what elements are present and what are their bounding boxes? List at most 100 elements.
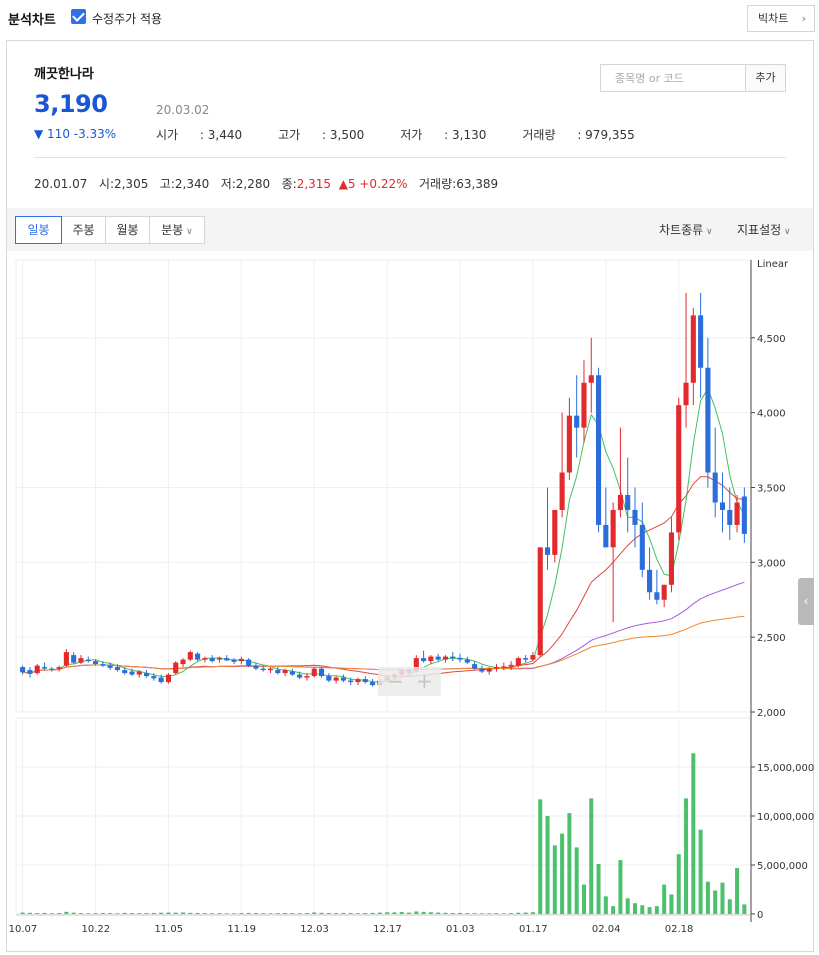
candle-body [428,656,434,662]
zoom-in-icon[interactable]: + [416,669,433,693]
price-tick-label: 4,000 [757,409,786,420]
volume-bar [93,913,98,914]
candle-body [49,668,55,670]
candle-body [515,658,521,666]
price-tick-label: 3,500 [757,484,786,495]
volume-bar [713,890,718,914]
volume-bar [129,913,134,914]
candle-body [632,509,638,525]
volume-bar [232,913,237,914]
volume-bar [173,912,178,914]
volume-bar [42,912,47,914]
candle-body [311,668,317,677]
volume-bar [509,913,514,914]
volume-bar [560,833,565,914]
candle-body [442,656,449,660]
candle-body [20,667,26,673]
candle-body [92,661,99,665]
price-tick-label: 3,000 [757,558,786,569]
candle-body [333,677,339,681]
volume-bar [720,882,725,914]
volume-bar [319,912,324,914]
volume-bar [523,912,528,914]
price-tick-label: 2,000 [757,708,786,719]
candle-body [78,658,84,663]
volume-bar [581,884,586,914]
volume-bar [253,913,258,914]
candle-body [479,668,485,672]
volume-bar [246,912,251,914]
candle-body [537,547,543,656]
candle-body [639,524,645,570]
candle-body [457,658,463,660]
volume-bar [49,913,54,914]
candle-body [136,671,142,675]
candle-body [647,569,653,593]
side-panel-toggle[interactable]: ‹ [798,578,814,625]
price-tick-label: 2,500 [757,633,786,644]
volume-bar [64,911,69,914]
candle-body [41,667,48,669]
volume-bar [647,907,652,914]
volume-bar [691,753,696,914]
candle-body [435,656,441,660]
volume-bar [202,913,207,914]
candle-body [596,375,602,525]
candle-body [552,509,558,555]
volume-bar [705,881,710,914]
candle-body [304,676,310,678]
candle-body [158,677,164,683]
volume-bar [662,884,667,914]
candle-body [370,682,376,686]
candle-body [275,670,281,674]
volume-bar [290,913,295,914]
candle-body [683,382,689,406]
candle-body [260,668,266,671]
zoom-out-icon[interactable]: − [387,669,404,693]
volume-bar [188,912,193,914]
volume-tick-label: 10,000,000 [757,812,814,823]
volume-bar [735,867,740,914]
volume-bar [530,912,535,914]
candle-body [668,532,675,585]
candle-body [501,666,507,668]
candle-body [559,472,565,510]
volume-bar [654,906,659,914]
candle-body [566,415,572,473]
tab-daily[interactable]: 일봉 [15,216,62,244]
volume-bar [640,905,645,914]
volume-bar [465,913,470,914]
candle-body [574,415,580,428]
candle-body [326,676,332,681]
volume-bar [428,912,433,914]
x-tick-label: 11.19 [227,924,256,935]
candle-body [698,315,704,368]
candle-body [114,667,120,671]
volume-bar [407,912,412,914]
zoom-controls: − + [378,667,441,696]
volume-bar [100,913,105,914]
volume-bar [159,912,164,914]
candle-body [719,502,726,510]
candle-body [690,315,696,383]
volume-bar [574,847,579,914]
candle-body [56,667,62,669]
volume-bar [275,913,280,914]
candle-body [625,494,631,510]
candle-body [741,496,747,534]
candle-body [340,677,346,681]
volume-bar [137,913,142,914]
candle-body [173,662,179,674]
candle-body [180,659,186,665]
candle-body [282,670,288,674]
x-tick-label: 02.04 [592,924,621,935]
candle-body [610,509,616,548]
volume-bar [684,798,689,914]
volume-bar [71,912,76,914]
candle-body [712,472,718,503]
price-chart[interactable]: Linear 2,000 2,500 3,000 3,500 4,000 4,500 0 5,0… [0,0,819,955]
candle-body [27,670,33,674]
candle-body [122,670,128,674]
candle-body [85,659,91,662]
candle-body [493,667,500,669]
